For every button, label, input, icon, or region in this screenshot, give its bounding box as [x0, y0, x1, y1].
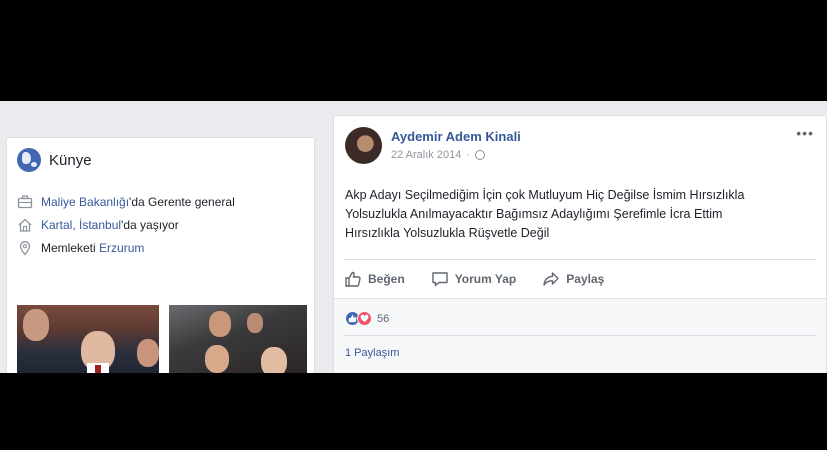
from-text: Memleketi: [41, 240, 96, 255]
more-options-icon[interactable]: •••: [796, 125, 814, 141]
photo-grid: [17, 305, 307, 373]
share-button[interactable]: Paylaş: [542, 270, 604, 288]
work-link[interactable]: Maliye Bakanlığı: [41, 195, 129, 209]
intro-from-row: Memleketi Erzurum: [17, 236, 235, 259]
like-button[interactable]: Beğen: [344, 270, 405, 288]
thumbs-up-icon: [345, 271, 361, 287]
privacy-globe-icon: [475, 150, 486, 160]
avatar[interactable]: [345, 127, 382, 164]
reactions-summary[interactable]: 56: [345, 311, 389, 326]
post-author[interactable]: Aydemir Adem Kinali: [391, 129, 521, 144]
comment-icon: [431, 271, 448, 286]
work-text: 'da Gerente general: [129, 194, 235, 209]
post-text-line: Akp Adayı Seçilmediğim İçin çok Mutluyum…: [345, 188, 745, 202]
location-pin-icon: [19, 240, 31, 256]
facebook-screen: Künye Maliye Bakanlığı'da Gerente genera…: [0, 101, 827, 373]
divider: [344, 335, 816, 336]
comment-button[interactable]: Yorum Yap: [431, 270, 517, 288]
like-label: Beğen: [368, 271, 405, 286]
intro-card: Künye Maliye Bakanlığı'da Gerente genera…: [6, 137, 315, 373]
intro-work-row: Maliye Bakanlığı'da Gerente general: [17, 190, 235, 213]
post-footer: 56 1 Paylaşım: [334, 298, 826, 373]
shares-count-link[interactable]: 1 Paylaşım: [345, 347, 399, 359]
home-link[interactable]: Kartal, İstanbul: [41, 218, 121, 232]
house-icon: [18, 218, 32, 232]
meta-separator: ·: [466, 149, 471, 161]
home-text: 'da yaşıyor: [121, 217, 179, 232]
post-card: Aydemir Adem Kinali 22 Aralık 2014 · •••…: [333, 115, 827, 373]
post-actions: Beğen Yorum Yap Paylaş: [344, 259, 816, 297]
post-meta: 22 Aralık 2014 ·: [391, 149, 486, 161]
post-text: Akp Adayı Seçilmediğim İçin çok Mutluyum…: [345, 186, 795, 243]
post-text-line: Hırsızlıkla Yolsuzlukla Rüşvetle Değil: [345, 226, 550, 240]
intro-title: Künye: [49, 151, 92, 169]
heart-reaction-icon: [357, 311, 372, 326]
from-link[interactable]: Erzurum: [99, 241, 144, 255]
intro-header: Künye: [17, 148, 92, 172]
share-arrow-icon: [543, 271, 559, 286]
photo-thumbnail[interactable]: [17, 305, 159, 373]
photo-thumbnail[interactable]: [169, 305, 307, 373]
intro-details: Maliye Bakanlığı'da Gerente general Kart…: [17, 190, 235, 259]
comment-label: Yorum Yap: [454, 271, 517, 286]
globe-icon: [17, 148, 41, 172]
post-date[interactable]: 22 Aralık 2014: [391, 149, 461, 161]
briefcase-icon: [17, 194, 33, 208]
reaction-count: 56: [377, 312, 390, 325]
intro-home-row: Kartal, İstanbul'da yaşıyor: [17, 213, 235, 236]
post-text-line: Yolsuzlukla Anılmayacaktır Bağımsız Aday…: [345, 207, 723, 221]
share-label: Paylaş: [566, 271, 605, 286]
